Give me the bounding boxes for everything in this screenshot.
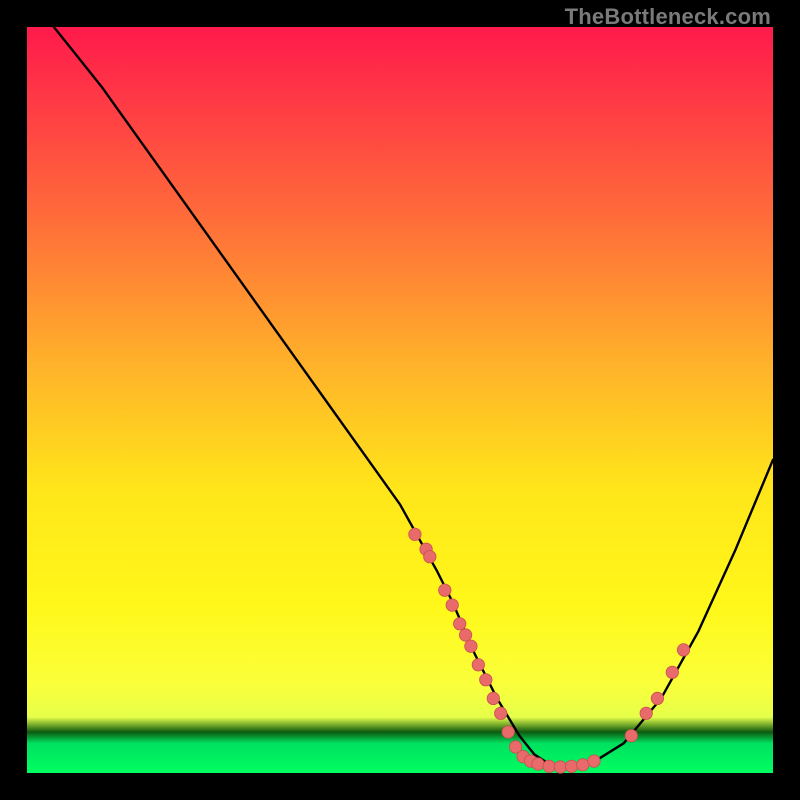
sample-dot: [651, 692, 663, 704]
sample-dot: [677, 644, 689, 656]
sample-dot: [409, 528, 421, 540]
sample-dot: [565, 760, 577, 772]
sample-dot: [454, 618, 466, 630]
sample-dot: [588, 755, 600, 767]
sample-dot: [480, 674, 492, 686]
sample-dot: [495, 707, 507, 719]
sample-dot: [640, 707, 652, 719]
sample-dot: [554, 761, 566, 773]
sample-dot: [532, 758, 544, 770]
sample-dot: [543, 760, 555, 772]
sample-dot: [459, 629, 471, 641]
sample-dot: [424, 551, 436, 563]
sample-dot: [472, 659, 484, 671]
plot-area: [27, 27, 773, 773]
sample-dot: [446, 599, 458, 611]
chart-stage: TheBottleneck.com: [0, 0, 800, 800]
sample-dot: [666, 666, 678, 678]
sample-dot: [465, 640, 477, 652]
sample-dot: [487, 692, 499, 704]
sample-dot: [577, 759, 589, 771]
sample-dot: [625, 730, 637, 742]
sample-dot: [502, 726, 514, 738]
curve-layer: [27, 27, 773, 773]
bottleneck-curve: [27, 0, 773, 767]
sample-dot: [439, 584, 451, 596]
sample-dots-group: [409, 528, 690, 773]
